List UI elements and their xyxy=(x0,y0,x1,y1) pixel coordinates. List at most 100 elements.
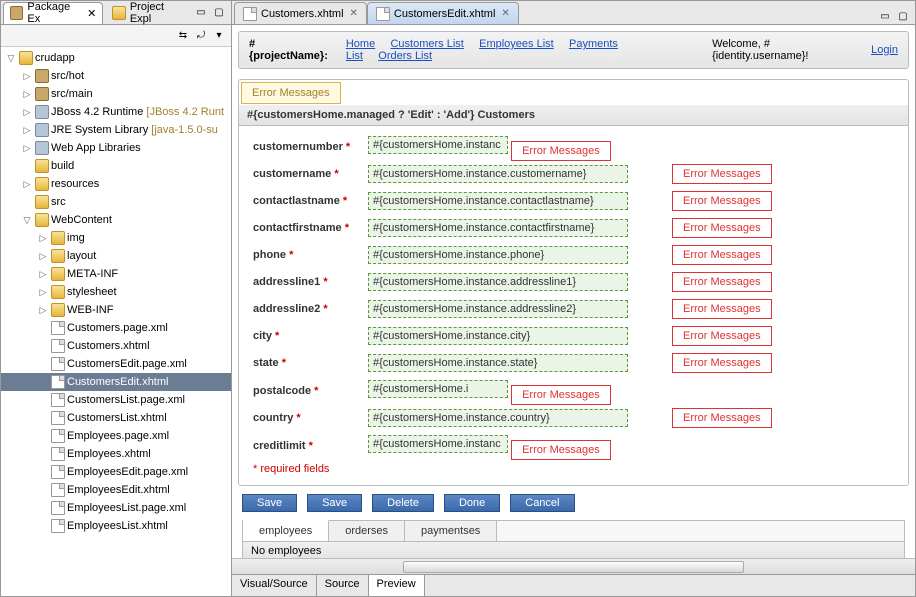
form-row: city *#{customersHome.instance.city}Erro… xyxy=(253,326,894,346)
view-tab-label: Project Expl xyxy=(130,1,186,25)
tree-item[interactable]: ▷META-INF xyxy=(1,265,231,283)
file-icon xyxy=(51,357,65,371)
required-note: * required fields xyxy=(253,463,894,475)
link-editor-button[interactable]: ⤾ xyxy=(193,28,209,44)
tree-item[interactable]: build xyxy=(1,157,231,175)
tree-item[interactable]: src xyxy=(1,193,231,211)
tree-item[interactable]: Customers.xhtml xyxy=(1,337,231,355)
nav-link[interactable]: Customers List xyxy=(390,38,463,50)
field-label: contactlastname * xyxy=(253,195,358,207)
input-field[interactable]: #{customersHome.instance.country} xyxy=(368,409,628,427)
editor-body: #{projectName}: Home Customers List Empl… xyxy=(232,25,915,558)
tree-item[interactable]: ▷layout xyxy=(1,247,231,265)
maximize-button[interactable]: ▢ xyxy=(211,5,227,21)
tree-item[interactable]: EmployeesEdit.xhtml xyxy=(1,481,231,499)
tree-item[interactable]: ▷img xyxy=(1,229,231,247)
tree-item[interactable]: EmployeesList.xhtml xyxy=(1,517,231,535)
tree-item[interactable]: ▽WebContent xyxy=(1,211,231,229)
input-field[interactable]: #{customersHome.instance.contactfirstnam… xyxy=(368,219,628,237)
login-link[interactable]: Login xyxy=(871,44,898,56)
field-label: customername * xyxy=(253,168,358,180)
close-icon[interactable]: ✕ xyxy=(87,7,96,20)
minimize-button[interactable]: ▭ xyxy=(877,8,893,24)
field-label: contactfirstname * xyxy=(253,222,358,234)
tree-item[interactable]: ▷JRE System Library [java-1.5.0-su xyxy=(1,121,231,139)
file-icon xyxy=(51,501,65,515)
form-panel: Error Messages #{customersHome.managed ?… xyxy=(238,79,909,486)
form-row: creditlimit *#{customersHome.instanc Err… xyxy=(253,435,894,456)
editor-tab[interactable]: Customers.xhtml✕ xyxy=(234,2,367,24)
tree-item[interactable]: ▷stylesheet xyxy=(1,283,231,301)
input-field[interactable]: #{customersHome.instanc xyxy=(368,136,508,154)
tree-item[interactable]: CustomersList.page.xml xyxy=(1,391,231,409)
file-icon xyxy=(51,465,65,479)
minimize-button[interactable]: ▭ xyxy=(193,5,209,21)
mode-tab[interactable]: Preview xyxy=(369,575,425,596)
input-field[interactable]: #{customersHome.instanc xyxy=(368,435,508,453)
field-label: state * xyxy=(253,357,358,369)
file-icon xyxy=(376,7,390,21)
editor-tab[interactable]: CustomersEdit.xhtml✕ xyxy=(367,2,519,24)
nav-link[interactable]: Orders List xyxy=(378,50,432,62)
tree-item[interactable]: EmployeesEdit.page.xml xyxy=(1,463,231,481)
maximize-button[interactable]: ▢ xyxy=(895,8,911,24)
done-button[interactable]: Done xyxy=(444,494,500,512)
form-row: customernumber *#{customersHome.instanc … xyxy=(253,136,894,157)
horizontal-scrollbar[interactable] xyxy=(232,558,915,574)
input-field[interactable]: #{customersHome.instance.city} xyxy=(368,327,628,345)
tree-item[interactable]: CustomersList.xhtml xyxy=(1,409,231,427)
file-icon xyxy=(51,321,65,335)
input-field[interactable]: #{customersHome.i xyxy=(368,380,508,398)
field-label: phone * xyxy=(253,249,358,261)
file-icon xyxy=(51,447,65,461)
tree-item[interactable]: ▷src/hot xyxy=(1,67,231,85)
tree-item[interactable]: CustomersEdit.page.xml xyxy=(1,355,231,373)
folder-icon xyxy=(35,195,49,209)
input-field[interactable]: #{customersHome.instance.addressline2} xyxy=(368,300,628,318)
close-icon[interactable]: ✕ xyxy=(350,8,358,19)
tree-item[interactable]: Employees.page.xml xyxy=(1,427,231,445)
error-badge: Error Messages xyxy=(672,191,772,211)
tree-item[interactable]: ▷src/main xyxy=(1,85,231,103)
form-row: state *#{customersHome.instance.state}Er… xyxy=(253,353,894,373)
sub-tab[interactable]: paymentses xyxy=(405,521,497,541)
tree-item[interactable]: ▷WEB-INF xyxy=(1,301,231,319)
tree-item-root[interactable]: ▽crudapp xyxy=(1,49,231,67)
tree-item[interactable]: EmployeesList.page.xml xyxy=(1,499,231,517)
error-badge: Error Messages xyxy=(672,164,772,184)
collapse-button[interactable]: ⇆ xyxy=(175,28,191,44)
package-tree[interactable]: ▽crudapp▷src/hot▷src/main▷JBoss 4.2 Runt… xyxy=(1,47,231,596)
error-badge: Error Messages xyxy=(672,272,772,292)
form-row: phone *#{customersHome.instance.phone}Er… xyxy=(253,245,894,265)
mode-tab[interactable]: Source xyxy=(317,575,369,596)
tab-package-explorer[interactable]: Package Ex ✕ xyxy=(3,2,103,24)
input-field[interactable]: #{customersHome.instance.customername} xyxy=(368,165,628,183)
error-messages-tab[interactable]: Error Messages xyxy=(241,82,341,104)
tree-item[interactable]: ▷JBoss 4.2 Runtime [JBoss 4.2 Runt xyxy=(1,103,231,121)
sub-tab[interactable]: orderses xyxy=(329,521,405,541)
input-field[interactable]: #{customersHome.instance.contactlastname… xyxy=(368,192,628,210)
input-field[interactable]: #{customersHome.instance.state} xyxy=(368,354,628,372)
save-button[interactable]: Save xyxy=(307,494,362,512)
form-row: customername * #{customersHome.instance.c… xyxy=(253,164,894,184)
folder-icon xyxy=(51,267,65,281)
save-button[interactable]: Save xyxy=(242,494,297,512)
close-icon[interactable]: ✕ xyxy=(501,8,509,19)
nav-link[interactable]: Employees List xyxy=(479,38,554,50)
tree-item[interactable]: ▷resources xyxy=(1,175,231,193)
sub-tab[interactable]: employees xyxy=(243,520,329,541)
cancel-button[interactable]: Cancel xyxy=(510,494,574,512)
input-field[interactable]: #{customersHome.instance.addressline1} xyxy=(368,273,628,291)
tree-item[interactable]: CustomersEdit.xhtml xyxy=(1,373,231,391)
tree-item[interactable]: Employees.xhtml xyxy=(1,445,231,463)
nav-link[interactable]: Home xyxy=(346,38,375,50)
tree-item[interactable]: Customers.page.xml xyxy=(1,319,231,337)
view-menu-button[interactable]: ▾ xyxy=(211,28,227,44)
mode-tab[interactable]: Visual/Source xyxy=(232,575,317,596)
file-icon xyxy=(51,339,65,353)
tab-project-explorer[interactable]: Project Expl xyxy=(105,2,193,24)
panel-title: #{customersHome.managed ? 'Edit' : 'Add'… xyxy=(239,104,908,125)
delete-button[interactable]: Delete xyxy=(372,494,434,512)
input-field[interactable]: #{customersHome.instance.phone} xyxy=(368,246,628,264)
tree-item[interactable]: ▷Web App Libraries xyxy=(1,139,231,157)
